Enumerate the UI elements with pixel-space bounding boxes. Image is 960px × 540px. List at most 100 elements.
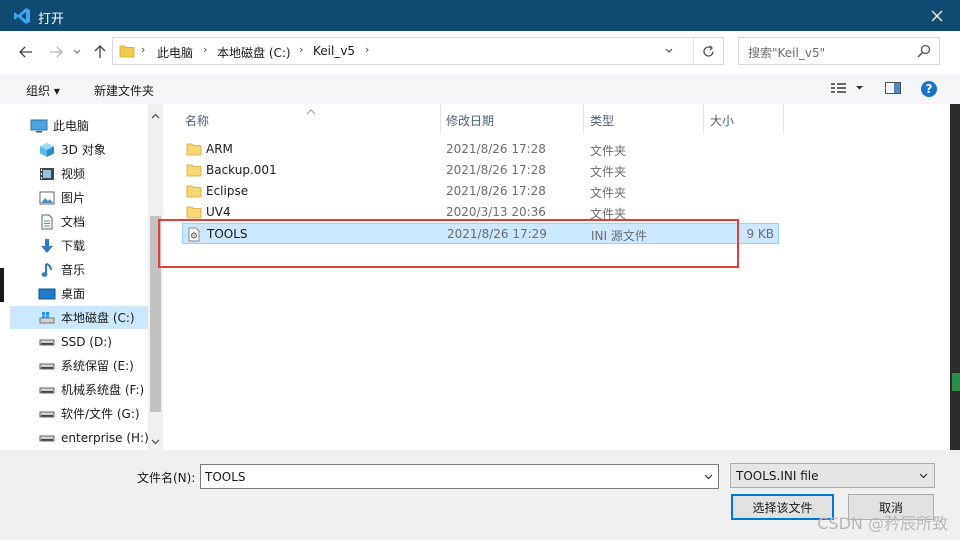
nav-item-downloads[interactable]: 下载: [38, 234, 160, 257]
column-header-size[interactable]: 大小: [702, 104, 784, 134]
command-bar: 组织 ▾ 新建文件夹 ?: [0, 74, 960, 104]
file-date: 2020/3/13 20:36: [446, 205, 546, 219]
address-bar[interactable]: › 此电脑 › 本地磁盘 (C:) › Keil_v5 ›: [112, 37, 724, 65]
file-type-dropdown-button[interactable]: [914, 464, 932, 487]
nav-item-system-reserved-e[interactable]: 系统保留 (E:): [38, 354, 160, 377]
arrow-up-icon: [94, 45, 106, 58]
refresh-icon: [703, 45, 714, 57]
picture-icon: [38, 190, 56, 206]
view-options-button[interactable]: [830, 80, 866, 99]
refresh-button[interactable]: [693, 38, 723, 64]
windows-drive-icon: [38, 310, 56, 326]
file-name: TOOLS: [207, 227, 248, 241]
nav-item-local-disk-c[interactable]: 本地磁盘 (C:): [10, 306, 148, 329]
scroll-up-icon[interactable]: [151, 108, 160, 122]
nav-item-label: 音乐: [61, 263, 86, 277]
file-row-tools[interactable]: TOOLS 2021/8/26 17:29 INI 源文件 9 KB: [182, 223, 779, 244]
drive-icon: [38, 358, 56, 374]
close-icon: [931, 10, 943, 21]
help-button[interactable]: ?: [920, 80, 938, 101]
watermark-text: CSDN @矜辰所致: [817, 514, 948, 533]
file-size: 9 KB: [746, 227, 774, 241]
preview-pane-button[interactable]: [884, 80, 902, 99]
file-name: ARM: [206, 142, 233, 156]
help-icon: ?: [921, 81, 937, 97]
up-button[interactable]: [90, 42, 110, 62]
background-window-edge-left: [0, 268, 4, 302]
breadcrumb-separator: ›: [365, 43, 370, 56]
nav-item-videos[interactable]: 视频: [38, 162, 160, 185]
file-row-backup-001[interactable]: Backup.001 2021/8/26 17:28 文件夹: [182, 160, 779, 181]
nav-item-enterprise-h[interactable]: enterprise (H:): [38, 426, 160, 449]
nav-item-ssd-d[interactable]: SSD (D:): [38, 330, 160, 353]
nav-item-label: 文档: [61, 215, 86, 229]
drive-icon: [38, 406, 56, 422]
breadcrumb-separator: ›: [141, 43, 146, 56]
scrollbar-thumb[interactable]: [150, 216, 161, 412]
file-row-uv4[interactable]: UV4 2020/3/13 20:36 文件夹: [182, 202, 779, 223]
back-button[interactable]: [16, 42, 36, 62]
filename-value: TOOLS: [205, 470, 246, 484]
download-icon: [38, 238, 56, 254]
breadcrumb-separator: ›: [203, 43, 208, 56]
breadcrumb-this-pc[interactable]: 此电脑: [157, 44, 193, 61]
folder-icon: [186, 142, 202, 159]
breadcrumb-keil-v5[interactable]: Keil_v5: [313, 44, 355, 58]
nav-item-this-pc[interactable]: 此电脑: [30, 114, 160, 137]
filename-dropdown-button[interactable]: [698, 465, 718, 488]
address-history-button[interactable]: [655, 38, 683, 64]
vscode-icon: [13, 7, 31, 25]
breadcrumb-local-disk-c[interactable]: 本地磁盘 (C:): [217, 44, 291, 61]
column-header-date-modified[interactable]: 修改日期: [438, 104, 584, 134]
folder-icon: [186, 205, 202, 222]
forward-button[interactable]: [46, 42, 66, 62]
new-folder-button[interactable]: 新建文件夹: [94, 82, 154, 99]
file-name: Backup.001: [206, 163, 277, 177]
file-type: INI 源文件: [591, 229, 647, 243]
file-date: 2021/8/26 17:29: [447, 227, 547, 241]
nav-item-label: 此电脑: [53, 119, 90, 133]
breadcrumb-separator: ›: [299, 43, 304, 56]
nav-item-label: 下载: [61, 239, 86, 253]
window-title: 打开: [38, 12, 65, 27]
search-box[interactable]: 搜索"Keil_v5": [738, 37, 940, 65]
video-icon: [38, 166, 56, 182]
scroll-down-icon[interactable]: [151, 434, 160, 448]
file-type: 文件夹: [590, 165, 627, 179]
file-type-filter-value: TOOLS.INI file: [736, 469, 819, 483]
column-header-type[interactable]: 类型: [582, 104, 704, 134]
nav-item-label: enterprise (H:): [61, 430, 149, 445]
background-window-green-tab: [952, 373, 960, 391]
nav-item-music[interactable]: 音乐: [38, 258, 160, 281]
file-row-arm[interactable]: ARM 2021/8/26 17:28 文件夹: [182, 139, 779, 160]
close-button[interactable]: [914, 0, 960, 31]
file-date: 2021/8/26 17:28: [446, 163, 546, 177]
file-type-filter-select[interactable]: TOOLS.INI file: [730, 463, 935, 488]
nav-item-pictures[interactable]: 图片: [38, 186, 160, 209]
file-date: 2021/8/26 17:28: [446, 142, 546, 156]
organize-menu[interactable]: 组织 ▾: [26, 82, 60, 99]
nav-item-3d-objects[interactable]: 3D 对象: [38, 138, 160, 161]
file-row-eclipse[interactable]: Eclipse 2021/8/26 17:28 文件夹: [182, 181, 779, 202]
nav-item-label: 机械系统盘 (F:): [61, 383, 145, 397]
nav-item-label: 桌面: [61, 287, 86, 301]
navigation-pane: 此电脑 3D 对象 视频 图片 文档 下载 音乐 桌面 本地磁盘 (C:) SS…: [10, 104, 160, 450]
recent-locations-button[interactable]: [70, 42, 84, 62]
filename-label: 文件名(N):: [137, 471, 196, 485]
filename-input[interactable]: TOOLS: [200, 464, 719, 489]
nav-item-software-files-g[interactable]: 软件/文件 (G:): [38, 402, 160, 425]
nav-item-label: 本地磁盘 (C:): [61, 311, 135, 325]
folder-icon: [186, 163, 202, 180]
title-bar: 打开: [0, 0, 960, 31]
pc-icon: [30, 118, 48, 134]
nav-item-desktop[interactable]: 桌面: [38, 282, 160, 305]
navigation-pane-scrollbar[interactable]: [148, 104, 163, 450]
column-header-name[interactable]: 名称: [177, 104, 441, 134]
nav-item-label: 图片: [61, 191, 86, 205]
nav-item-documents[interactable]: 文档: [38, 210, 160, 233]
preview-pane-icon: [885, 82, 901, 94]
file-list: 名称 修改日期 类型 大小 ARM 2021/8/26 17:28 文件夹 Ba…: [164, 104, 950, 450]
search-icon: [917, 44, 931, 61]
nav-item-label: 3D 对象: [61, 143, 106, 157]
nav-item-hdd-system-f[interactable]: 机械系统盘 (F:): [38, 378, 160, 401]
